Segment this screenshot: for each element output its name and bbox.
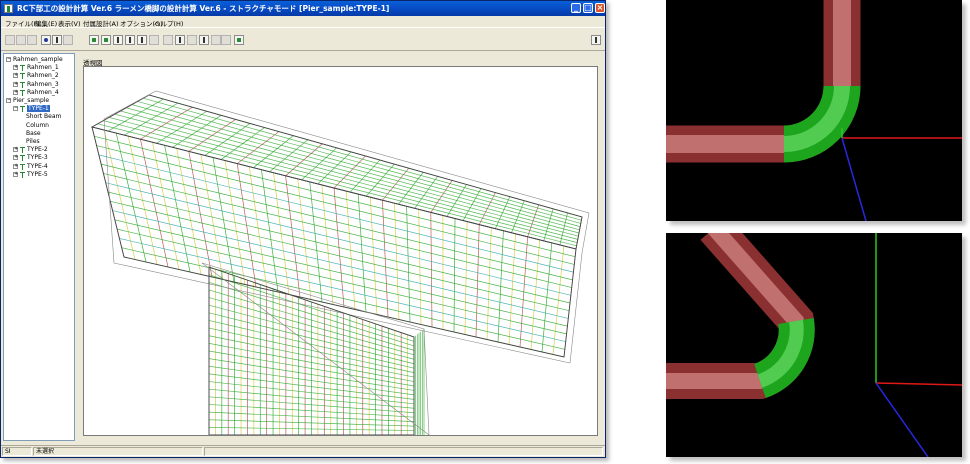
app-icon[interactable]	[4, 4, 13, 13]
beam-node-icon	[20, 73, 25, 80]
tool-frame-button[interactable]	[149, 35, 159, 45]
title-bar[interactable]: RC下部工の設計計算 Ver.6 ラーメン橋脚の設計計算 Ver.6 - ストラ…	[1, 1, 605, 16]
tree-item-label: Short Beam	[26, 113, 62, 121]
tree-expander-icon[interactable]: +	[13, 73, 18, 79]
tree-item-label: Pier_sample	[13, 97, 50, 104]
rebar-3d-drawing	[90, 90, 590, 435]
beam-node-icon	[20, 65, 25, 72]
beam-node-icon	[20, 81, 25, 88]
tree-item-label: TYPE-3	[27, 154, 48, 162]
tree-item-label: Rahmen_sample	[13, 56, 63, 63]
app-window: RC下部工の設計計算 Ver.6 ラーメン橋脚の設計計算 Ver.6 - ストラ…	[0, 0, 606, 458]
tree-expander-icon[interactable]: −	[6, 98, 11, 103]
tool-column-button[interactable]	[101, 35, 111, 45]
tree-item-label: TYPE-4	[27, 162, 48, 170]
view-panel: 透視図	[78, 53, 601, 441]
status-unit: SI	[2, 447, 32, 456]
beam-node-icon	[20, 163, 25, 170]
window-title: RC下部工の設計計算 Ver.6 ラーメン橋脚の設計計算 Ver.6 - ストラ…	[17, 4, 390, 13]
tool-foundation-button[interactable]	[199, 35, 209, 45]
rebar-bend-detail-bottom	[666, 233, 962, 457]
tree-item-label: Rahmen_4	[27, 88, 59, 96]
maximize-icon[interactable]: □	[583, 3, 593, 13]
tree-item-label: Rahmen_1	[27, 64, 59, 72]
tree-item-label: TYPE-5	[27, 170, 48, 178]
tree-expander-icon[interactable]: +	[13, 81, 18, 87]
beam-node-icon	[20, 89, 25, 96]
tree-item-label: TYPE-2	[27, 146, 48, 154]
tree-item-label: Rahmen_3	[27, 80, 59, 88]
tool-new-button[interactable]	[5, 35, 15, 45]
tool-calc-button[interactable]	[211, 35, 221, 45]
beam-node-icon	[20, 147, 25, 154]
status-empty	[204, 447, 603, 456]
tool-output-button[interactable]	[234, 35, 244, 45]
tool-open-button[interactable]	[16, 35, 26, 45]
beam-node-icon	[20, 155, 25, 162]
tool-check-button[interactable]	[221, 35, 231, 45]
tree-expander-icon[interactable]: −	[6, 57, 11, 62]
rebar-bend-detail-top	[666, 0, 962, 221]
tree-expander-icon[interactable]: +	[13, 155, 18, 161]
menu-bar: ファイル(F) 編集(E) 表示(V) 付属設計(A) オプション(O) ヘルプ…	[1, 16, 605, 28]
tree-expander-icon[interactable]: +	[13, 147, 18, 153]
tree-item-label: Rahmen_2	[27, 72, 59, 80]
beam-node-icon	[20, 171, 25, 178]
tool-globe-button[interactable]	[41, 35, 51, 45]
close-icon[interactable]: ×	[595, 3, 605, 13]
tool-grid-button[interactable]	[137, 35, 147, 45]
tree-expander-icon[interactable]: +	[13, 171, 18, 177]
tool-print-button[interactable]	[52, 35, 62, 45]
tool-load-button[interactable]	[163, 35, 173, 45]
3d-perspective-view[interactable]	[83, 66, 598, 436]
tool-preview-button[interactable]	[63, 35, 73, 45]
tree-item-label: Base	[26, 129, 41, 137]
status-selection: 未選択	[33, 447, 203, 456]
tool-pile-button[interactable]	[187, 35, 197, 45]
tree-expander-icon[interactable]: +	[13, 89, 18, 95]
tool-section-button[interactable]	[113, 35, 123, 45]
tree-expander-icon[interactable]: +	[13, 65, 18, 71]
project-tree: − Rahmen_sample + Rahmen_1 + Rahmen_2 + Rahmen_…	[3, 53, 75, 441]
restore-view-icon[interactable]	[591, 35, 601, 45]
tool-rebar-button[interactable]	[125, 35, 135, 45]
tree-item-label: TYPE-1	[27, 105, 50, 113]
tool-save-button[interactable]	[27, 35, 37, 45]
tree-expander-icon[interactable]: +	[13, 163, 18, 169]
tree-expander-icon[interactable]: −	[13, 106, 18, 112]
toolbar	[1, 27, 605, 51]
tool-beam-button[interactable]	[89, 35, 99, 45]
status-bar: SI 未選択	[1, 445, 605, 457]
tree-item-label: Piles	[26, 138, 40, 145]
tool-support-button[interactable]	[175, 35, 185, 45]
minimize-icon[interactable]: _	[571, 3, 581, 13]
tree-item-label: Column	[26, 121, 49, 129]
beam-node-icon	[20, 106, 25, 113]
